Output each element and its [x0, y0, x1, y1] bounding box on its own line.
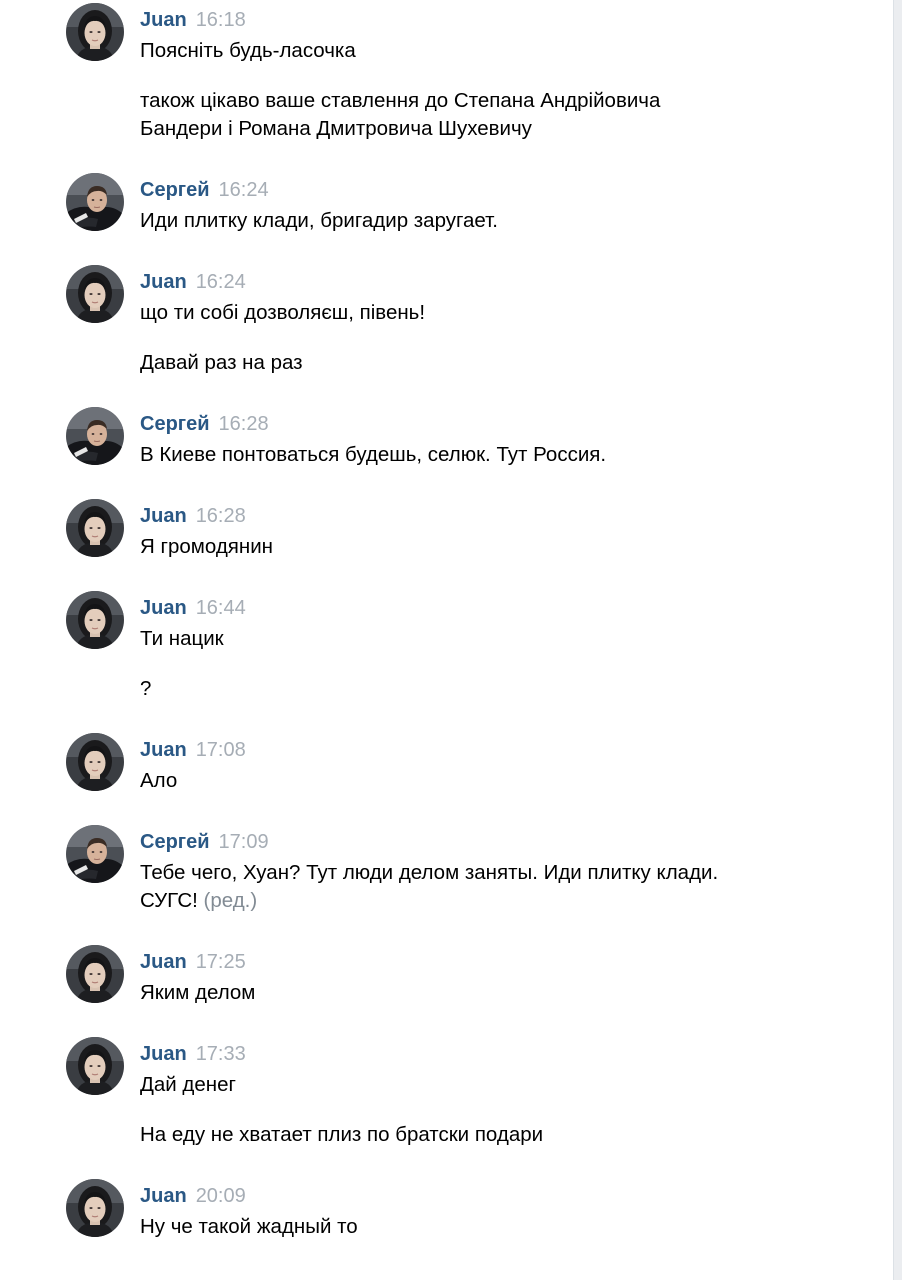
- message-time[interactable]: 17:25: [196, 951, 246, 973]
- message-time[interactable]: 17:33: [196, 1043, 246, 1065]
- author-name-link[interactable]: Juan: [140, 1043, 187, 1065]
- avatar[interactable]: [66, 499, 124, 557]
- message-text-content: Ну че такой жадный то: [140, 1215, 358, 1238]
- message-text: Ну че такой жадный то: [140, 1213, 358, 1241]
- avatar[interactable]: [66, 265, 124, 323]
- message-time[interactable]: 16:18: [196, 9, 246, 31]
- message-time[interactable]: 16:24: [196, 271, 246, 293]
- message-text: Я громодянин: [140, 533, 273, 561]
- message-header: Juan 16:28: [140, 503, 246, 529]
- avatar[interactable]: [66, 173, 124, 231]
- author-name-link[interactable]: Juan: [140, 597, 187, 619]
- message-text: Иди плитку клади, бригадир заругает.: [140, 207, 498, 235]
- message-text-content: Дай денег: [140, 1073, 236, 1096]
- message-header: Juan 17:25: [140, 949, 246, 975]
- message-header: Juan 16:44: [140, 595, 246, 621]
- message-time[interactable]: 16:24: [219, 179, 269, 201]
- message-time[interactable]: 16:28: [219, 413, 269, 435]
- message-text: В Киеве понтоваться будешь, селюк. Тут Р…: [140, 441, 606, 469]
- message-text-content: Я громодянин: [140, 535, 273, 558]
- message-text-content: ?: [140, 677, 152, 700]
- message-header: Juan 16:24: [140, 269, 246, 295]
- avatar[interactable]: [66, 825, 124, 883]
- author-name-link[interactable]: Сергей: [140, 831, 210, 853]
- message-text: ?: [140, 675, 151, 703]
- message-text: Давай раз на раз: [140, 349, 303, 377]
- message-text: Ало: [140, 767, 177, 795]
- message-text-content: Иди плитку клади, бригадир заругает.: [140, 209, 498, 232]
- author-name-link[interactable]: Сергей: [140, 413, 210, 435]
- author-name-link[interactable]: Juan: [140, 9, 187, 31]
- message-text-content: Ти нацик: [140, 627, 224, 650]
- avatar[interactable]: [66, 733, 124, 791]
- message-text-content: СУГС!: [140, 889, 198, 912]
- chat-panel: Juan 16:18 Поясніть будь-ласочка також ціка…: [0, 0, 894, 1280]
- message-time[interactable]: 16:44: [196, 597, 246, 619]
- message-text-content: Поясніть будь-ласочка: [140, 39, 356, 62]
- message-text: також цікаво ваше ставлення до Степана А…: [140, 87, 660, 115]
- message-text-content: Яким делом: [140, 981, 256, 1004]
- author-name-link[interactable]: Juan: [140, 271, 187, 293]
- avatar[interactable]: [66, 1037, 124, 1095]
- author-name-link[interactable]: Juan: [140, 951, 187, 973]
- message-header: Juan 20:09: [140, 1183, 246, 1209]
- message-text-content: також цікаво ваше ставлення до Степана А…: [140, 89, 661, 112]
- message-header: Juan 17:08: [140, 737, 246, 763]
- message-time[interactable]: 17:09: [219, 831, 269, 853]
- author-name-link[interactable]: Juan: [140, 739, 187, 761]
- message-header: Juan 16:18: [140, 7, 246, 33]
- message-header: Сергей 17:09: [140, 829, 269, 855]
- message-text-content: Бандери і Романа Дмитровича Шухевичу: [140, 117, 532, 140]
- message-text: Бандери і Романа Дмитровича Шухевичу: [140, 115, 532, 143]
- message-text: Яким делом: [140, 979, 255, 1007]
- message-text-content: що ти собі дозволяєш, півень!: [140, 301, 426, 324]
- author-name-link[interactable]: Juan: [140, 1185, 187, 1207]
- message-text: що ти собі дозволяєш, півень!: [140, 299, 425, 327]
- avatar[interactable]: [66, 1179, 124, 1237]
- message-header: Juan 17:33: [140, 1041, 246, 1067]
- author-name-link[interactable]: Juan: [140, 505, 187, 527]
- avatar[interactable]: [66, 407, 124, 465]
- message-text: Тебе чего, Хуан? Тут люди делом заняты. …: [140, 859, 718, 887]
- message-time[interactable]: 16:28: [196, 505, 246, 527]
- message-header: Сергей 16:24: [140, 177, 269, 203]
- scrollbar-rail[interactable]: [894, 0, 902, 1280]
- message-time[interactable]: 20:09: [196, 1185, 246, 1207]
- message-header: Сергей 16:28: [140, 411, 269, 437]
- message-text-content: Давай раз на раз: [140, 351, 303, 374]
- author-name-link[interactable]: Сергей: [140, 179, 210, 201]
- edited-label[interactable]: (ред.): [198, 889, 258, 912]
- message-text: На еду не хватает плиз по братски подари: [140, 1121, 543, 1149]
- message-text: СУГС! (ред.): [140, 887, 257, 915]
- message-text-content: Ало: [140, 769, 178, 792]
- message-text-content: На еду не хватает плиз по братски подари: [140, 1123, 544, 1146]
- avatar[interactable]: [66, 591, 124, 649]
- message-time[interactable]: 17:08: [196, 739, 246, 761]
- avatar[interactable]: [66, 3, 124, 61]
- message-text-content: В Киеве понтоваться будешь, селюк. Тут Р…: [140, 443, 607, 466]
- message-text: Дай денег: [140, 1071, 236, 1099]
- message-text: Ти нацик: [140, 625, 224, 653]
- message-text: Поясніть будь-ласочка: [140, 37, 356, 65]
- avatar[interactable]: [66, 945, 124, 1003]
- message-text-content: Тебе чего, Хуан? Тут люди делом заняты. …: [140, 861, 719, 884]
